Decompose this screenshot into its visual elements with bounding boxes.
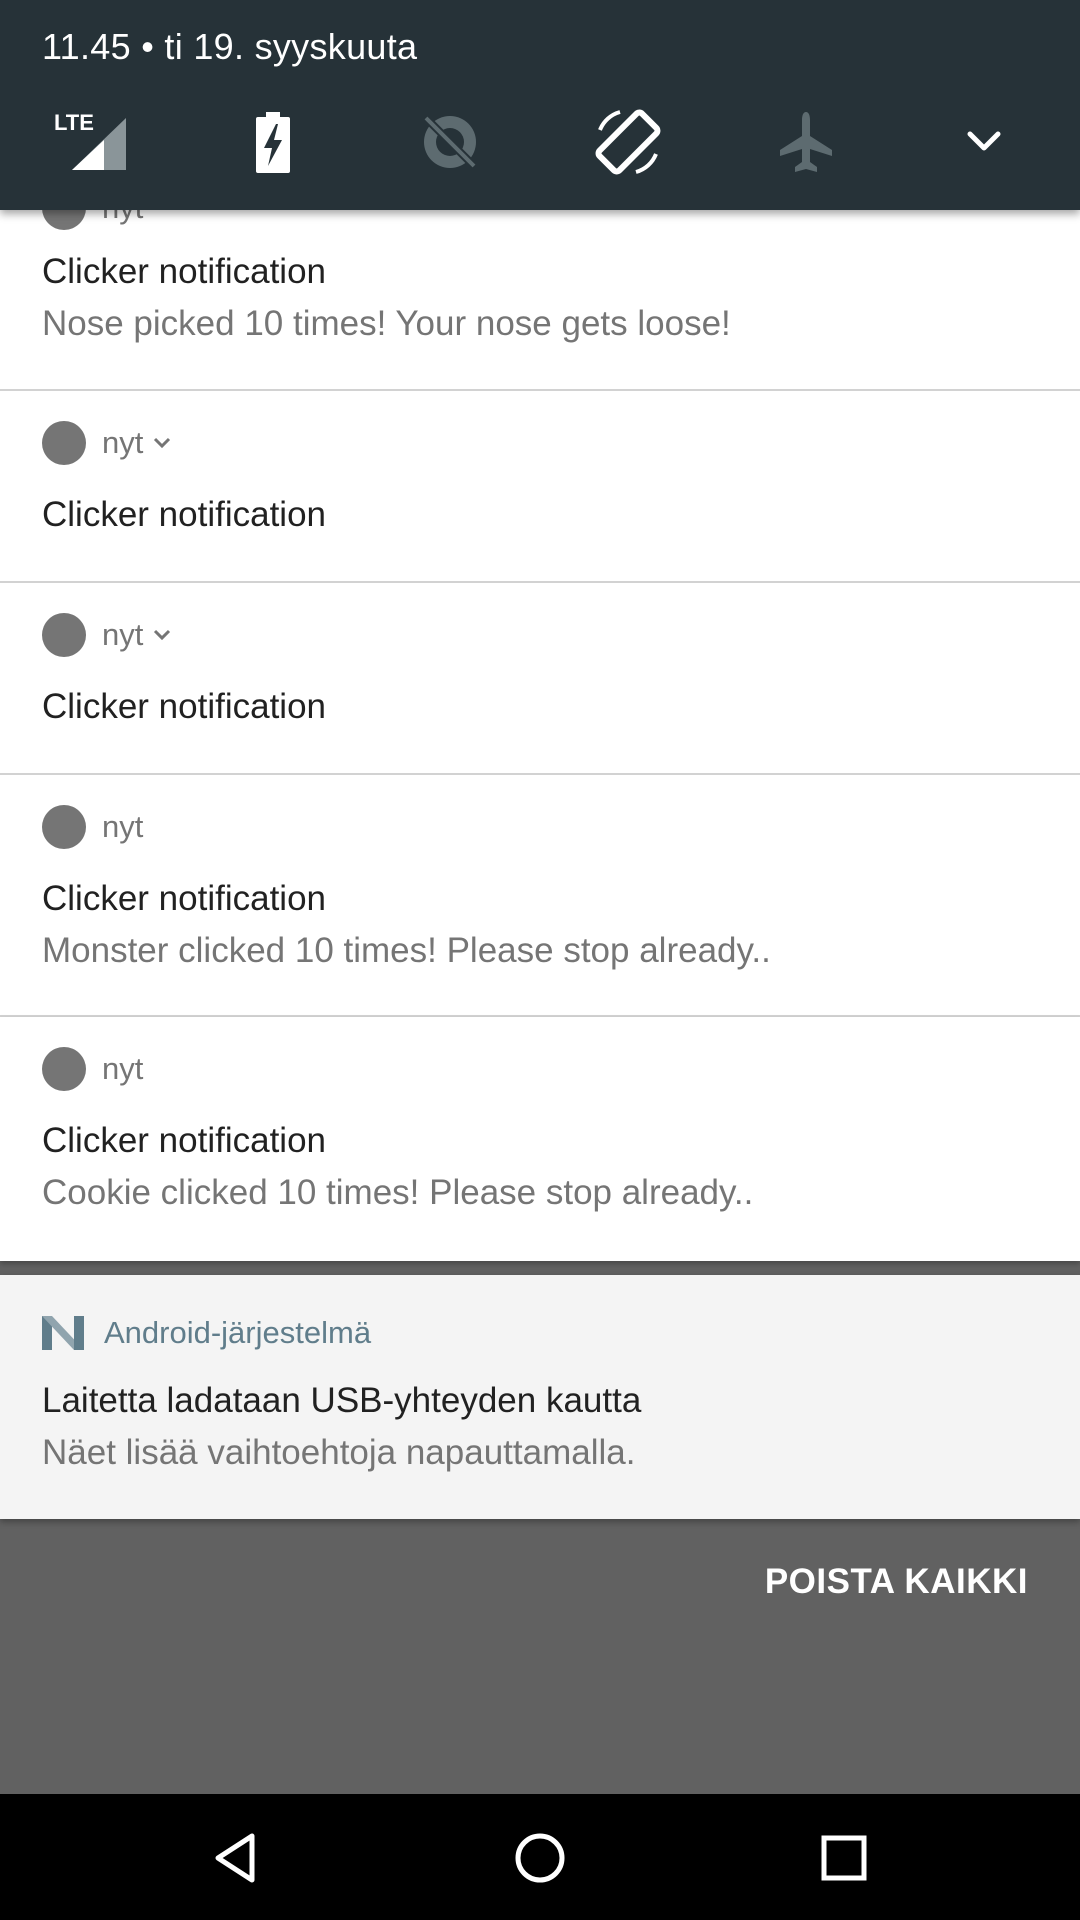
list-item[interactable]: nyt Clicker notification Monster clicked… [0, 775, 1080, 1017]
airplane-mode-icon[interactable] [764, 100, 848, 184]
lte-label: LTE [54, 110, 94, 135]
notification-header: Android-järjestelmä [42, 1315, 371, 1351]
notification-text: Nose picked 10 times! Your nose gets loo… [42, 304, 731, 343]
notification-time: nyt [102, 617, 144, 652]
chevron-down-icon[interactable] [153, 437, 171, 449]
android-system-icon [42, 1316, 84, 1350]
notification-time: nyt [102, 425, 144, 460]
notification-text: Cookie clicked 10 times! Please stop alr… [42, 1173, 754, 1212]
notification-header: nyt [42, 613, 171, 657]
list-item[interactable]: nyt Clicker notification Nose picked 10 … [0, 186, 1080, 391]
data-saver-off-icon[interactable] [408, 100, 492, 184]
notification-list: nyt Clicker notification Nose picked 10 … [0, 186, 1080, 1519]
notification-header: nyt [42, 421, 171, 465]
notification-time: nyt [102, 809, 144, 844]
quick-settings-tiles: LTE [0, 100, 1080, 184]
app-icon [42, 421, 86, 465]
app-icon [42, 613, 86, 657]
app-icon [42, 1047, 86, 1091]
clear-all-button[interactable]: POISTA KAIKKI [765, 1562, 1028, 1602]
home-icon[interactable] [498, 1816, 582, 1900]
notification-title: Clicker notification [42, 252, 326, 291]
system-notification[interactable]: Android-järjestelmä Laitetta ladataan US… [0, 1275, 1080, 1519]
auto-rotate-icon[interactable] [586, 100, 670, 184]
app-name: Android-järjestelmä [104, 1315, 372, 1350]
list-item[interactable]: nyt Clicker notification Cookie clicked … [0, 1017, 1080, 1261]
notification-header: nyt [42, 805, 144, 849]
quick-settings-header: 11.45 • ti 19. syyskuuta LTE [0, 0, 1080, 210]
notification-title: Clicker notification [42, 687, 326, 726]
navigation-bar [0, 1794, 1080, 1920]
expand-chevron-icon[interactable] [942, 100, 1026, 184]
back-icon[interactable] [194, 1816, 278, 1900]
notification-title: Clicker notification [42, 495, 326, 534]
battery-charging-icon[interactable] [230, 100, 314, 184]
notification-title: Clicker notification [42, 879, 326, 918]
notification-title: Laitetta ladataan USB-yhteyden kautta [42, 1381, 642, 1420]
date-time: 11.45 • ti 19. syyskuuta [42, 26, 418, 67]
chevron-down-icon[interactable] [153, 629, 171, 641]
notification-header: nyt [42, 1047, 144, 1091]
app-icon [42, 805, 86, 849]
notification-text: Näet lisää vaihtoehtoja napauttamalla. [42, 1433, 636, 1472]
notification-shade: 11.45 • ti 19. syyskuuta LTE Clicker not… [0, 0, 1080, 1920]
notification-text: Monster clicked 10 times! Please stop al… [42, 931, 771, 970]
notification-time: nyt [102, 1051, 144, 1086]
recents-icon[interactable] [802, 1816, 886, 1900]
notification-title: Clicker notification [42, 1121, 326, 1160]
list-item[interactable]: nyt Clicker notification [0, 583, 1080, 775]
lte-signal-icon[interactable]: LTE [50, 100, 134, 184]
list-item[interactable]: nyt Clicker notification [0, 391, 1080, 583]
